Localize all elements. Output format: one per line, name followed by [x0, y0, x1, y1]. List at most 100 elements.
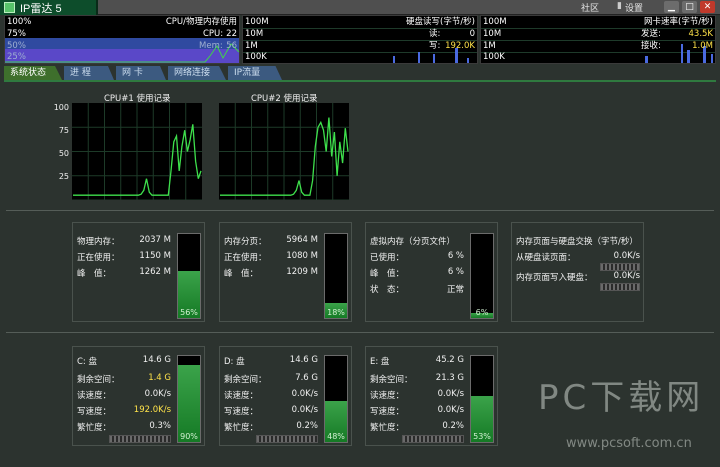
cpu-label: CPU:: [203, 29, 224, 39]
disk-e-usage-percent: 53%: [473, 432, 491, 441]
swap-read-value: 0.0K/s: [613, 251, 640, 261]
disk-e-read-label: 读速度：: [370, 391, 405, 401]
paging-total-value: 5964 M: [286, 235, 318, 245]
tab-ip-traffic[interactable]: IP流量: [228, 66, 282, 80]
virtual-status-label: 状 态：: [370, 285, 405, 295]
disk-scale-1m: 1M: [245, 41, 258, 51]
disk-d-write-label: 写速度：: [224, 407, 259, 417]
virtual-usage-bar: 6%: [470, 233, 494, 319]
virtual-memory-panel: 虚拟内存（分页文件） 已使用： 6 % 峰 值： 6 % 状 态： 正常 6%: [365, 222, 498, 322]
mem-label: Mem:: [199, 41, 223, 51]
net-scale-100m: 100M: [483, 17, 507, 27]
cpu-scale-25: 25%: [7, 52, 26, 62]
swap-read-label: 从硬盘读页面：: [516, 253, 576, 263]
disk-c-usage-percent: 90%: [180, 432, 198, 441]
virtual-peak-label: 峰 值：: [370, 269, 405, 279]
disk-e-busy-label: 繁忙度：: [370, 423, 405, 433]
cpu1-ytick-25: 25: [58, 172, 69, 181]
disk-d-name: D: 盘: [224, 357, 245, 367]
maximize-icon[interactable]: □: [682, 1, 697, 13]
disk-c-read-label: 读速度：: [77, 391, 112, 401]
net-scale-1m: 1M: [483, 41, 496, 51]
settings-icon[interactable]: ▮: [617, 1, 622, 11]
app-logo-icon: [4, 2, 15, 13]
net-meter-title: 网卡速率(字节/秒): [644, 17, 713, 27]
disk-c-write: 192.0K/s: [133, 405, 171, 415]
physical-memory-value: 2037 M: [139, 235, 171, 245]
disk-panel-e: E: 盘 45.2 G 剩余空间： 21.3 G 读速度： 0.0K/s 写速度…: [365, 346, 498, 446]
net-send-value: 43.5K: [688, 29, 714, 39]
virtual-used-label: 已使用：: [370, 253, 405, 263]
virtual-memory-title: 虚拟内存（分页文件）: [370, 237, 456, 247]
memory-peak-value: 1262 M: [139, 267, 171, 277]
section-divider-2: [6, 332, 714, 333]
minimize-icon[interactable]: ▁: [664, 1, 679, 13]
memory-usage-bar: 56%: [177, 233, 201, 319]
title-bar: IP雷达 5 社区 ▮ 设置 ▁ □ ✕: [0, 0, 720, 15]
disk-io-meter: 100M 10M 1M 100K 硬盘读写(字节/秒) 读: 0 写: 192.…: [242, 15, 478, 64]
disk-read-value: 0: [469, 29, 475, 39]
disk-e-free-label: 剩余空间：: [370, 375, 413, 385]
disk-d-write: 0.0K/s: [291, 405, 318, 415]
cpu1-ytick-75: 75: [58, 126, 69, 135]
settings-link[interactable]: 设置: [625, 1, 643, 14]
disk-d-read-label: 读速度：: [224, 391, 259, 401]
tab-connections[interactable]: 网络连接: [168, 66, 226, 80]
disk-write-value: 192.0K: [445, 41, 475, 51]
cpu-meter-title: CPU/物理内存使用: [165, 17, 237, 27]
tab-processes[interactable]: 进 程: [64, 66, 114, 80]
disk-c-busy-bar: [109, 435, 171, 443]
disk-d-busy-label: 繁忙度：: [224, 423, 259, 433]
tab-network-card[interactable]: 网 卡: [116, 66, 166, 80]
net-recv-value: 1.0M: [692, 41, 713, 51]
close-icon[interactable]: ✕: [700, 1, 715, 13]
virtual-usage-percent: 6%: [475, 308, 489, 317]
swap-read-bar: [600, 263, 640, 271]
memory-inuse-value: 1150 M: [139, 251, 171, 261]
disk-scale-100m: 100M: [245, 17, 269, 27]
disk-d-busy: 0.2%: [296, 421, 318, 431]
disk-e-usage-bar: 53%: [470, 355, 494, 443]
physical-memory-panel: 物理内存： 2037 M 正在使用： 1150 M 峰 值： 1262 M 56…: [72, 222, 205, 322]
cpu-value: 22: [226, 29, 237, 39]
disk-c-size: 14.6 G: [142, 355, 171, 365]
disk-d-usage-bar: 48%: [324, 355, 348, 443]
network-rate-meter: 100M 10M 1M 100K 网卡速率(字节/秒) 发送: 43.5K 接收…: [480, 15, 716, 64]
disk-c-busy: 0.3%: [149, 421, 171, 431]
disk-d-busy-bar: [256, 435, 318, 443]
disk-c-usage-fill: [178, 364, 200, 442]
paging-usage-percent: 18%: [327, 308, 345, 317]
app-title: IP雷达 5: [20, 3, 62, 15]
memory-peak-label: 峰 值：: [77, 269, 112, 279]
disk-read-label: 读:: [429, 29, 441, 39]
physical-memory-label: 物理内存：: [77, 237, 120, 247]
cpu-scale-50: 50%: [7, 41, 26, 51]
net-recv-label: 接收:: [641, 41, 661, 51]
community-link[interactable]: 社区: [581, 1, 599, 14]
disk-c-busy-label: 繁忙度：: [77, 423, 112, 433]
paging-total-label: 内存分页：: [224, 237, 267, 247]
watermark-logo: PC下载网: [538, 378, 705, 418]
disk-c-write-label: 写速度：: [77, 407, 112, 417]
disk-e-size: 45.2 G: [435, 355, 464, 365]
page-swap-title: 内存页面与硬盘交换（字节/秒）: [516, 237, 638, 247]
swap-write-bar: [600, 283, 640, 291]
disk-c-free-label: 剩余空间：: [77, 375, 120, 385]
disk-e-write: 0.0K/s: [437, 405, 464, 415]
disk-e-busy: 0.2%: [442, 421, 464, 431]
cpu1-usage-chart: [72, 103, 202, 200]
section-divider: [6, 210, 714, 211]
disk-meter-title: 硬盘读写(字节/秒): [406, 17, 475, 27]
disk-d-usage-percent: 48%: [327, 432, 345, 441]
tab-system-status[interactable]: 系统状态: [4, 66, 62, 80]
disk-e-read: 0.0K/s: [437, 389, 464, 399]
net-send-label: 发送:: [641, 29, 661, 39]
cpu1-ytick-100: 100: [53, 103, 69, 112]
disk-d-free: 7.6 G: [295, 373, 318, 383]
disk-e-free: 21.3 G: [435, 373, 464, 383]
paging-panel: 内存分页： 5964 M 正在使用： 1080 M 峰 值： 1209 M 18…: [219, 222, 352, 322]
disk-c-free: 1.4 G: [148, 373, 171, 383]
disk-c-read: 0.0K/s: [144, 389, 171, 399]
cpu-scale-100: 100%: [7, 17, 32, 27]
swap-write-label: 内存页面写入硬盘：: [516, 273, 593, 283]
